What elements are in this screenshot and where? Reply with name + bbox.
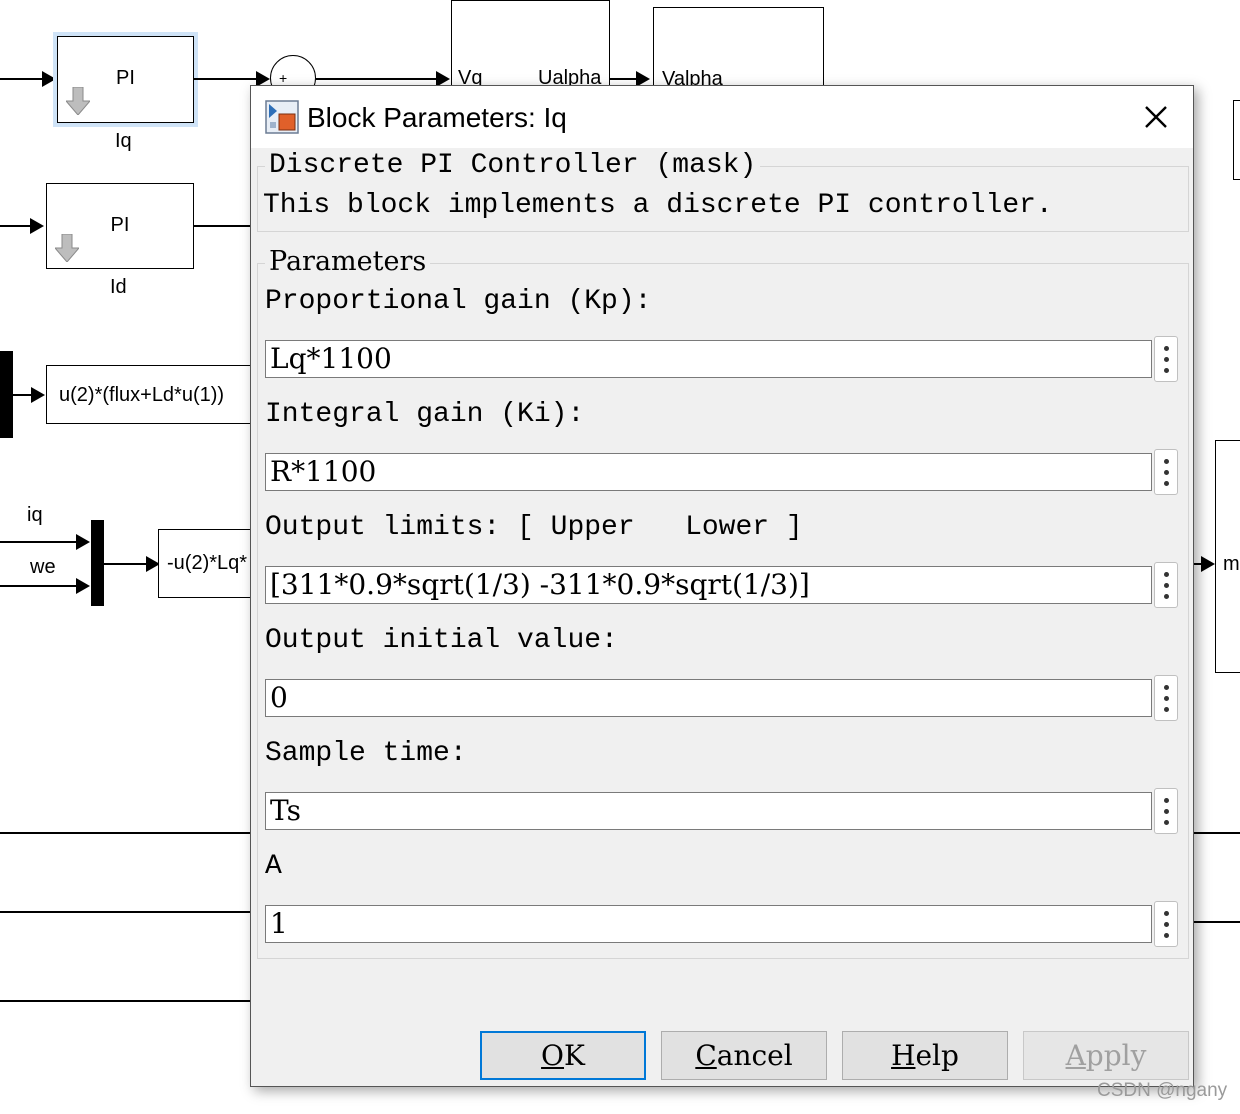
more-options-icon[interactable] — [1154, 675, 1178, 721]
signal-arrow — [76, 534, 90, 550]
apply-button-label: pply — [1085, 1039, 1147, 1072]
param-label-output-limits: Output limits: [ Upper Lower ] — [265, 512, 803, 543]
signal-line — [0, 78, 42, 80]
param-label-sample-time: Sample time: — [265, 738, 467, 769]
dialog-title: Block Parameters: Iq — [307, 102, 567, 133]
signal-arrow — [1201, 556, 1215, 572]
ok-button-mnemonic: O — [541, 1039, 565, 1072]
simulink-block-icon — [265, 100, 299, 134]
signal-line — [0, 541, 76, 543]
param-label-ki: Integral gain (Ki): — [265, 399, 585, 430]
fcn-block-flux[interactable]: u(2)*(flux+Ld*u(1)) — [46, 365, 256, 424]
signal-line — [194, 225, 254, 227]
down-arrow-icon — [66, 87, 90, 115]
kp-input[interactable]: Lq*1100 — [265, 340, 1152, 378]
mask-group-legend: Discrete PI Controller (mask) — [265, 150, 761, 181]
fcn-expression: -u(2)*Lq* — [167, 552, 248, 574]
sample-time-input[interactable]: Ts — [265, 792, 1152, 830]
watermark: CSDN @ngany — [1097, 1080, 1228, 1101]
more-options-icon[interactable] — [1154, 449, 1178, 495]
param-label-kp: Proportional gain (Kp): — [265, 286, 652, 317]
fcn-expression: u(2)*(flux+Ld*u(1)) — [59, 384, 225, 406]
signal-line — [0, 225, 30, 227]
mask-description: This block implements a discrete PI cont… — [263, 190, 1053, 221]
apply-button-mnemonic: A — [1065, 1039, 1086, 1072]
signal-line — [13, 394, 31, 396]
signal-line — [0, 832, 252, 834]
close-icon[interactable] — [1139, 100, 1173, 134]
mux-block[interactable] — [91, 520, 104, 606]
fcn-block-lq[interactable]: -u(2)*Lq* — [158, 529, 258, 598]
right-block[interactable]: m — [1215, 440, 1240, 673]
block-parameters-dialog: Block Parameters: Iq Discrete PI Control… — [250, 85, 1194, 1087]
param-label-a: A — [265, 851, 282, 882]
initial-value-input[interactable]: 0 — [265, 679, 1152, 717]
signal-line — [316, 78, 436, 80]
signal-line — [194, 78, 256, 80]
port-label-m: m — [1223, 553, 1240, 575]
output-limits-input[interactable]: [311*0.9*sqrt(1/3) -311*0.9*sqrt(1/3)] — [265, 566, 1152, 604]
signal-line — [0, 1000, 252, 1002]
signal-arrow — [30, 218, 44, 234]
cancel-button-label: ancel — [716, 1039, 793, 1072]
title-bar[interactable]: Block Parameters: Iq — [251, 86, 1193, 148]
down-arrow-icon — [55, 234, 79, 262]
signal-line — [104, 563, 146, 565]
signal-line — [0, 911, 252, 913]
signal-line — [1194, 832, 1240, 834]
pi-block-iq[interactable]: PI — [57, 36, 194, 123]
block-name-iq: Iq — [115, 130, 132, 152]
signal-label-we: we — [30, 556, 56, 578]
signal-line — [0, 585, 76, 587]
more-options-icon[interactable] — [1154, 562, 1178, 608]
more-options-icon[interactable] — [1154, 788, 1178, 834]
a-input[interactable]: 1 — [265, 905, 1152, 943]
signal-label-iq: iq — [27, 504, 43, 526]
mux-block[interactable] — [0, 351, 13, 438]
ok-button[interactable]: OK — [480, 1031, 646, 1080]
help-button[interactable]: Help — [842, 1031, 1008, 1080]
more-options-icon[interactable] — [1154, 336, 1178, 382]
apply-button: Apply — [1023, 1031, 1189, 1080]
ki-input[interactable]: R*1100 — [265, 453, 1152, 491]
sum-sign: + — [279, 70, 288, 86]
cancel-button-mnemonic: C — [695, 1039, 717, 1072]
help-button-label: elp — [915, 1039, 959, 1072]
signal-arrow — [76, 578, 90, 594]
more-options-icon[interactable] — [1154, 901, 1178, 947]
signal-line — [610, 78, 636, 80]
block-name-id: Id — [110, 276, 127, 298]
right-block-top[interactable] — [1233, 100, 1240, 180]
param-label-initial-value: Output initial value: — [265, 625, 618, 656]
cancel-button[interactable]: Cancel — [661, 1031, 827, 1080]
pi-block-id[interactable]: PI — [46, 183, 194, 269]
help-button-mnemonic: H — [891, 1039, 916, 1072]
signal-line — [1194, 921, 1240, 923]
ok-button-label: K — [564, 1039, 585, 1072]
parameters-group-legend: Parameters — [265, 246, 431, 277]
signal-arrow — [31, 387, 45, 403]
